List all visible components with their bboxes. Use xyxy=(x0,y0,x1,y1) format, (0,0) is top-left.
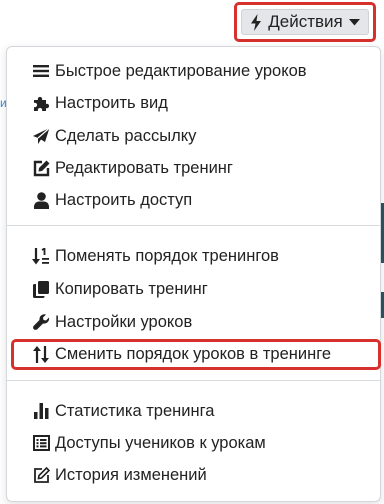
copy-icon xyxy=(31,279,51,299)
list-icon xyxy=(31,61,51,81)
menu-item-label: Доступы учеников к урокам xyxy=(55,433,266,452)
wrench-icon xyxy=(31,312,51,332)
puzzle-icon xyxy=(31,93,51,113)
bolt-icon xyxy=(250,13,262,31)
menu-item-label: Настроить доступ xyxy=(55,190,193,209)
actions-button-label: Действия xyxy=(268,12,343,31)
menu-divider xyxy=(7,380,380,381)
bar-chart-icon xyxy=(31,401,51,421)
swap-vertical-icon xyxy=(31,344,51,364)
menu-item-configure-access[interactable]: Настроить доступ xyxy=(31,186,192,214)
send-icon xyxy=(31,126,51,146)
menu-item-change-lessons-order[interactable]: Сменить порядок уроков в тренинге xyxy=(31,340,331,368)
edit-icon xyxy=(31,158,51,178)
menu-item-lesson-settings[interactable]: Настройки уроков xyxy=(31,308,192,336)
menu-item-quick-edit-lessons[interactable]: Быстрое редактирование уроков xyxy=(31,57,307,85)
actions-button-highlight: Действия xyxy=(234,2,376,42)
menu-item-copy-training[interactable]: Копировать тренинг xyxy=(31,275,208,303)
menu-item-label: Редактировать тренинг xyxy=(55,158,233,177)
menu-item-label: Копировать тренинг xyxy=(55,279,208,298)
menu-item-training-statistics[interactable]: Статистика тренинга xyxy=(31,397,214,425)
menu-item-edit-training[interactable]: Редактировать тренинг xyxy=(31,154,233,182)
menu-item-label: Настройки уроков xyxy=(55,312,193,331)
actions-dropdown-menu: Быстрое редактирование уроков Настроить … xyxy=(6,46,381,502)
menu-item-label: Быстрое редактирование уроков xyxy=(55,61,307,80)
menu-item-label: История изменений xyxy=(55,465,207,484)
sort-numeric-icon xyxy=(31,246,51,266)
menu-item-change-history[interactable]: История изменений xyxy=(31,461,207,489)
menu-item-label: Настроить вид xyxy=(55,93,168,112)
user-icon xyxy=(31,190,51,210)
menu-divider xyxy=(7,225,380,226)
menu-item-send-mailing[interactable]: Сделать рассылку xyxy=(31,122,196,150)
table-list-icon xyxy=(31,433,51,453)
caret-down-icon xyxy=(348,18,360,26)
actions-dropdown-button[interactable]: Действия xyxy=(241,9,369,35)
menu-item-label: Сделать рассылку xyxy=(55,126,197,145)
menu-item-label: Поменять порядок тренингов xyxy=(55,246,279,265)
menu-item-label: Статистика тренинга xyxy=(55,401,215,420)
menu-item-configure-view[interactable]: Настроить вид xyxy=(31,89,168,117)
edit-outline-icon xyxy=(31,465,51,485)
menu-item-students-lesson-access[interactable]: Доступы учеников к урокам xyxy=(31,429,266,457)
menu-item-label: Сменить порядок уроков в тренинге xyxy=(55,344,332,363)
menu-item-change-trainings-order[interactable]: Поменять порядок тренингов xyxy=(31,242,279,270)
